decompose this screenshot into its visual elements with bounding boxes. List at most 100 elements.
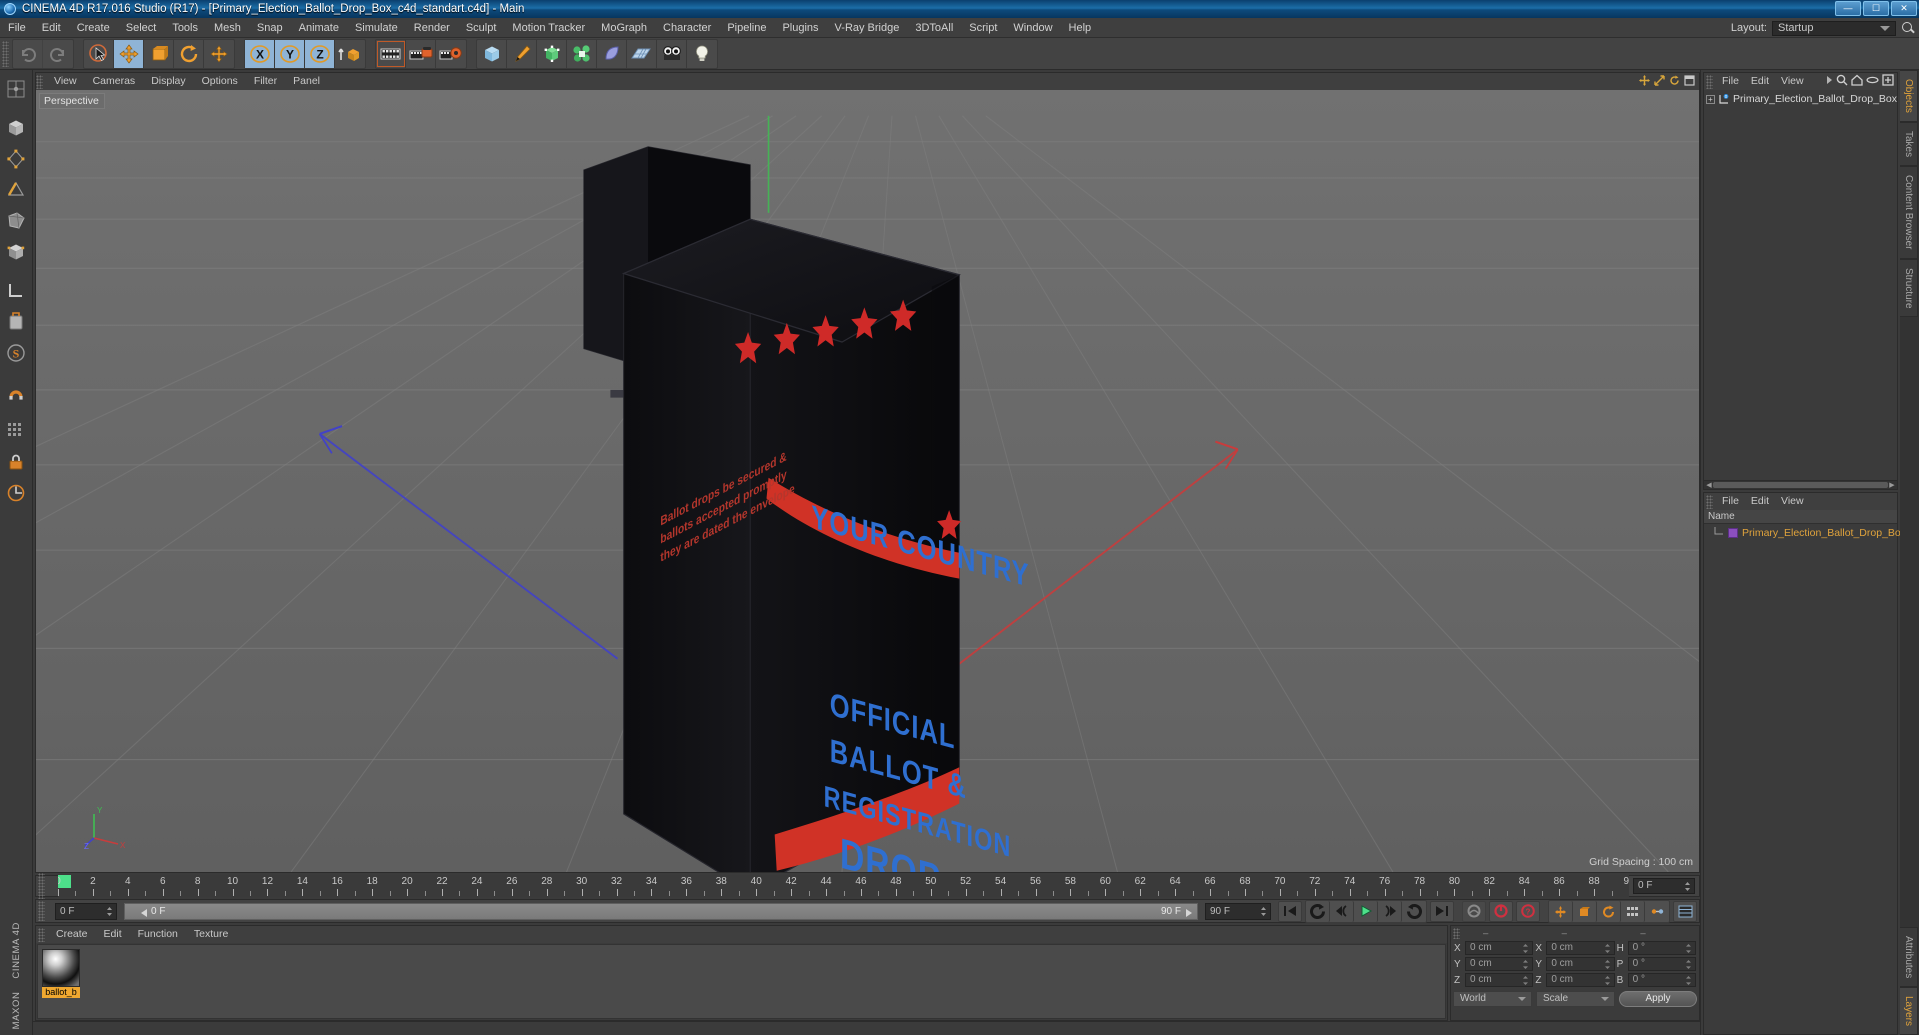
object-manager-hscrollbar[interactable]: ◀ ▶ (1704, 480, 1897, 489)
add-deformer-button[interactable] (597, 39, 627, 68)
redo-button[interactable] (43, 40, 73, 68)
menu-render[interactable]: Render (406, 18, 458, 38)
object-manager-grip[interactable] (1706, 74, 1713, 89)
material-menu-create[interactable]: Create (48, 926, 96, 943)
scroll-right-icon[interactable]: ▶ (1888, 482, 1896, 489)
toolbar-grip[interactable] (2, 40, 9, 67)
stepper-icon[interactable] (106, 906, 113, 917)
position-x-field[interactable]: 0 cm (1465, 941, 1534, 955)
tab-structure[interactable]: Structure (1900, 258, 1918, 318)
material-preview-sphere[interactable] (42, 949, 80, 987)
menu-v-ray-bridge[interactable]: V-Ray Bridge (827, 18, 908, 38)
render-view-button[interactable] (376, 39, 406, 68)
tab-content-browser[interactable]: Content Browser (1900, 166, 1918, 259)
menu-mograph[interactable]: MoGraph (593, 18, 655, 38)
object-filter-arrow-icon[interactable] (1825, 74, 1833, 86)
rotation-key-button[interactable] (1597, 900, 1621, 922)
layer-color-icon[interactable] (1728, 527, 1738, 538)
tab-objects[interactable]: Objects (1900, 70, 1918, 122)
go-to-start-button[interactable] (1278, 900, 1302, 922)
object-menu-view[interactable]: View (1775, 73, 1810, 90)
edges-mode-icon[interactable] (2, 175, 30, 205)
undo-button[interactable] (13, 39, 43, 68)
object-mode-icon[interactable] (2, 113, 30, 143)
texture-axis-icon[interactable] (2, 74, 30, 104)
menu-character[interactable]: Character (655, 18, 719, 38)
texture-mode-icon[interactable]: S (2, 338, 30, 368)
close-button[interactable]: ✕ (1891, 1, 1917, 16)
viewport-menu-filter[interactable]: Filter (246, 73, 285, 90)
stepper-icon[interactable] (1260, 906, 1267, 917)
points-mode-icon[interactable] (2, 144, 30, 174)
lock-icon[interactable] (2, 447, 30, 477)
size-x-field[interactable]: 0 cm (1546, 941, 1615, 955)
next-keyframe-button[interactable] (1402, 901, 1426, 922)
timeline-current-frame-field[interactable]: 0 F (1633, 878, 1695, 894)
layer-manager-grip[interactable] (1706, 494, 1713, 509)
play-button[interactable] (1354, 900, 1378, 922)
viewport-menu-options[interactable]: Options (194, 73, 246, 90)
timeline-grip[interactable] (38, 873, 45, 899)
record-active-objects-button[interactable] (1462, 900, 1486, 922)
menu-create[interactable]: Create (69, 18, 118, 38)
material-manager-grip[interactable] (38, 927, 45, 942)
position-y-field[interactable]: 0 cm (1465, 957, 1534, 971)
add-camera-button[interactable] (657, 39, 687, 68)
rotation-h-field[interactable]: 0 ° (1627, 941, 1696, 955)
rotation-p-field[interactable]: 0 ° (1627, 957, 1696, 971)
animbar-grip[interactable] (38, 901, 45, 921)
viewport-scale-icon[interactable] (1654, 75, 1665, 86)
anim-end-frame-field[interactable]: 90 F (1205, 902, 1271, 920)
object-visibility-icon[interactable] (1866, 74, 1879, 86)
menu-sculpt[interactable]: Sculpt (458, 18, 505, 38)
maximize-button[interactable]: ☐ (1863, 1, 1889, 16)
next-frame-button[interactable] (1378, 900, 1402, 922)
stepper-icon[interactable] (1684, 881, 1691, 892)
menu-file[interactable]: File (0, 18, 34, 38)
object-menu-edit[interactable]: Edit (1745, 73, 1775, 90)
scale-key-button[interactable] (1573, 900, 1597, 922)
menu-plugins[interactable]: Plugins (774, 18, 826, 38)
preview-range-slider[interactable]: 0 F 90 F (124, 902, 1198, 920)
rotation-b-field[interactable]: 0 ° (1627, 973, 1696, 987)
scrollbar-thumb[interactable] (1713, 482, 1888, 488)
size-y-field[interactable]: 0 cm (1546, 957, 1615, 971)
search-icon[interactable] (1901, 21, 1915, 35)
add-scene-object-button[interactable] (627, 39, 657, 68)
size-z-field[interactable]: 0 cm (1546, 973, 1615, 987)
viewport-menu-display[interactable]: Display (143, 73, 193, 90)
scroll-left-icon[interactable]: ◀ (1705, 482, 1713, 489)
tab-attributes[interactable]: Attributes (1900, 926, 1918, 987)
layer-menu-view[interactable]: View (1775, 493, 1810, 510)
layout-select[interactable]: Startup (1772, 20, 1896, 36)
magnet-snap-icon[interactable] (2, 377, 30, 407)
add-spline-button[interactable] (507, 39, 537, 68)
viewport-3d-canvas[interactable]: Perspective Grid Spacing : 100 cm YOUR C… (36, 90, 1699, 872)
tab-layers[interactable]: Layers (1900, 986, 1918, 1035)
menu-3dtoall[interactable]: 3DToAll (907, 18, 961, 38)
menu-motion-tracker[interactable]: Motion Tracker (504, 18, 593, 38)
add-array-button[interactable] (567, 39, 597, 68)
world-object-coord-button[interactable] (335, 40, 365, 68)
solo-viewport-icon[interactable] (2, 416, 30, 446)
menu-edit[interactable]: Edit (34, 18, 69, 38)
go-to-end-button[interactable] (1430, 900, 1454, 922)
add-light-button[interactable] (687, 40, 717, 68)
material-list[interactable]: ballot_b (37, 944, 1446, 1019)
timeline-ruler[interactable]: 0246810121416182022242628303234363840424… (58, 875, 1629, 897)
position-z-field[interactable]: 0 cm (1465, 973, 1534, 987)
lock-z-button[interactable]: Z (305, 39, 335, 68)
add-nurbs-button[interactable] (537, 39, 567, 68)
viewport-grip[interactable] (36, 74, 43, 89)
object-tree[interactable]: +0 Primary_Election_Ballot_Drop_Box (1704, 90, 1897, 480)
viewport-rotate-icon[interactable] (1669, 75, 1680, 86)
menu-select[interactable]: Select (118, 18, 165, 38)
menu-animate[interactable]: Animate (291, 18, 347, 38)
material-menu-function[interactable]: Function (130, 926, 186, 943)
animation-mode-icon[interactable] (2, 276, 30, 306)
add-cube-button[interactable] (477, 39, 507, 68)
keyframe-selection-button[interactable]: ? (1516, 900, 1540, 922)
menu-pipeline[interactable]: Pipeline (719, 18, 774, 38)
render-settings-button[interactable] (436, 40, 466, 68)
scale-button[interactable] (144, 39, 174, 68)
